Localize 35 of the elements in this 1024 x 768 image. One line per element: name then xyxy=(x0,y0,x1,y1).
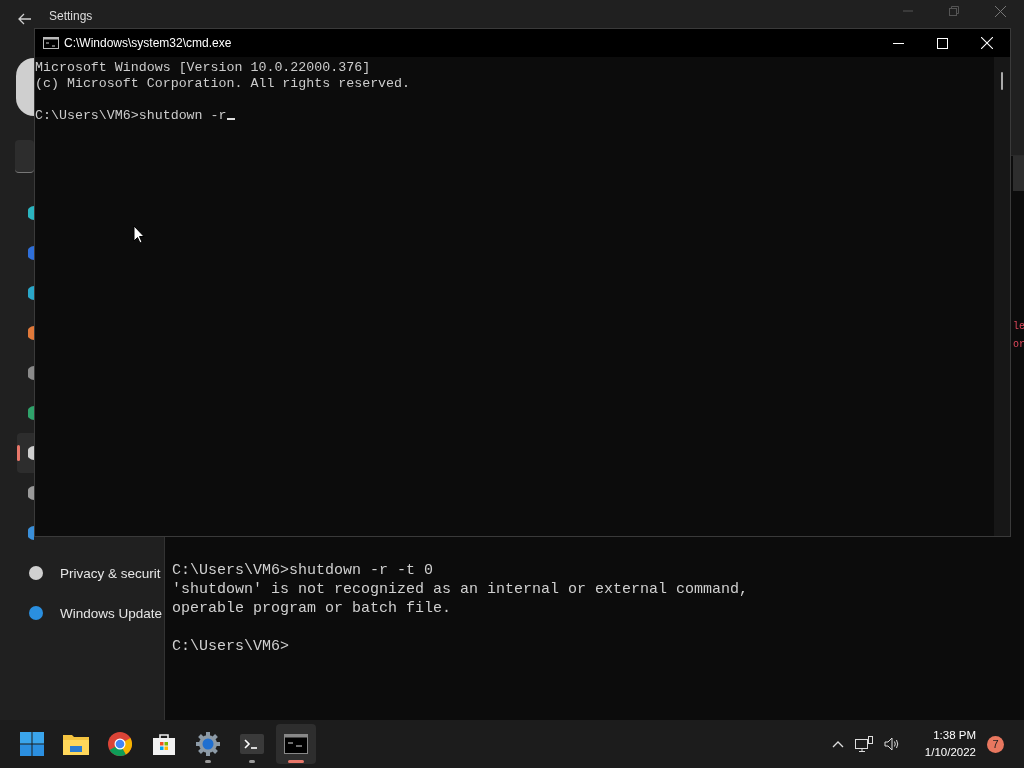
console-line: C:\Users\VM6>shutdown -r -t 0 xyxy=(172,561,435,580)
sidebar-item[interactable] xyxy=(17,433,34,473)
gear-icon xyxy=(196,732,220,756)
taskbar-button[interactable] xyxy=(276,724,316,764)
console-text-fragment: or xyxy=(1013,338,1024,352)
browser-icon xyxy=(108,732,132,756)
maximize-icon[interactable] xyxy=(937,37,948,49)
search-field[interactable] xyxy=(15,140,34,173)
terminal-icon xyxy=(240,734,264,754)
console-line: 'shutdown' is not recognized as an internal or external command, xyxy=(172,580,750,599)
notification-badge[interactable]: 7 xyxy=(987,735,1004,753)
console-line: operable program or batch file. xyxy=(172,599,453,618)
mouse-pointer-icon xyxy=(133,225,145,244)
console-line: C:\Users\VM6>shutdown -r xyxy=(35,108,994,124)
folder-icon xyxy=(63,733,89,755)
console-icon xyxy=(43,37,59,49)
start-icon xyxy=(20,732,44,756)
store-bag-icon xyxy=(152,732,176,756)
back-arrow-icon[interactable] xyxy=(18,13,32,25)
clock-time[interactable]: 1:38 PM xyxy=(933,727,976,744)
console-line: Microsoft Windows [Version 10.0.22000.376] xyxy=(35,60,372,76)
console-text-fragment: le xyxy=(1013,320,1024,334)
chevron-up-icon[interactable] xyxy=(831,740,844,748)
console-line: (c) Microsoft Corporation. All rights reserved. xyxy=(35,76,412,92)
console-line: C:\Users\VM6> xyxy=(172,637,291,656)
window-title: C:\Windows\system32\cmd.exe xyxy=(64,36,232,50)
window-title: Settings xyxy=(49,9,93,23)
volume-icon[interactable] xyxy=(883,737,900,751)
console-icon xyxy=(284,734,308,754)
scrollbar[interactable] xyxy=(994,57,1010,536)
network-icon[interactable] xyxy=(854,736,873,752)
avatar xyxy=(16,58,34,116)
sidebar-item[interactable]: Privacy & securit xyxy=(17,553,164,593)
clock-date[interactable]: 1/10/2022 xyxy=(924,744,976,761)
sidebar-item[interactable]: Windows Update xyxy=(17,593,164,633)
